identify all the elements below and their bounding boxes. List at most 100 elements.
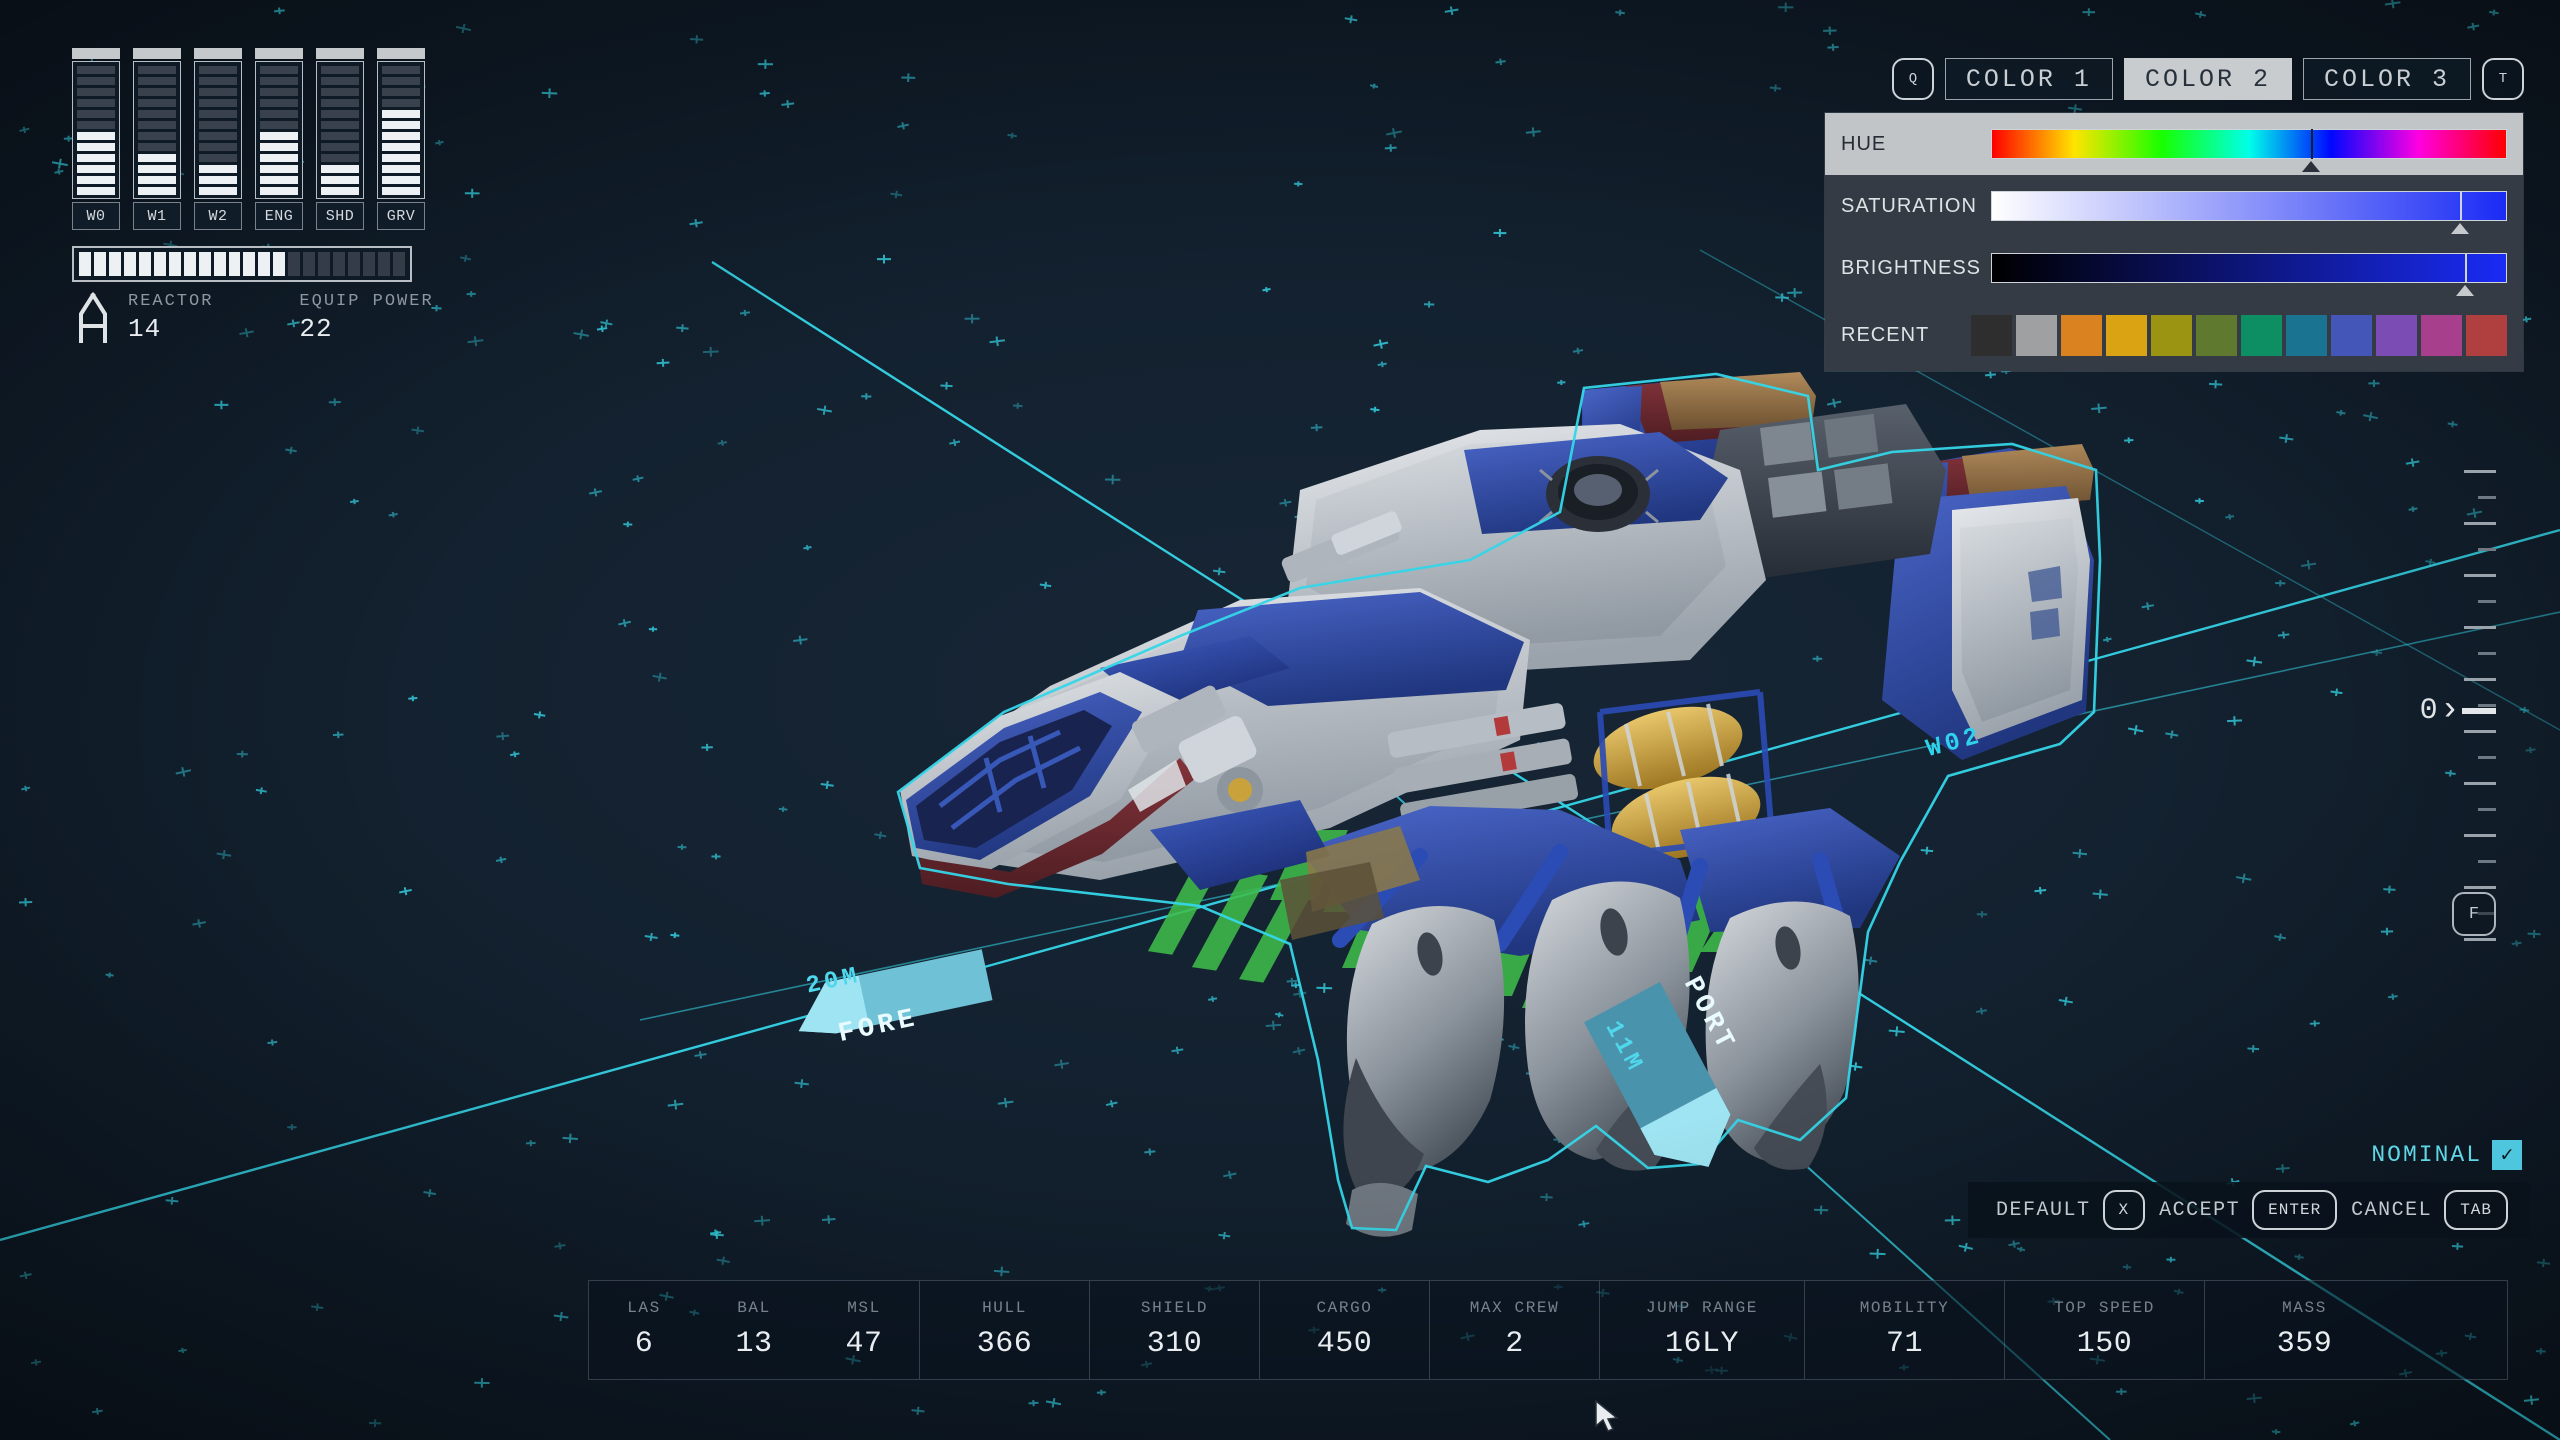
power-bar-label: GRV	[377, 202, 425, 230]
saturation-slider-track[interactable]	[1991, 191, 2507, 221]
recent-swatch[interactable]	[2466, 315, 2507, 356]
power-segment	[321, 132, 359, 140]
brightness-slider-handle[interactable]	[2456, 285, 2474, 296]
ruler-tick	[2464, 834, 2496, 837]
power-segment	[260, 132, 298, 140]
recent-swatch[interactable]	[2286, 315, 2327, 356]
reactor-segment	[393, 252, 405, 276]
stat-bal: BAL 13	[699, 1281, 809, 1379]
ruler-tick	[2478, 756, 2496, 759]
power-bar-track[interactable]	[194, 61, 242, 199]
recent-swatch[interactable]	[2151, 315, 2192, 356]
ruler-tick	[2478, 704, 2496, 707]
brightness-slider-row[interactable]: BRIGHTNESS	[1825, 237, 2523, 299]
next-color-key[interactable]: T	[2482, 58, 2524, 100]
recent-color-swatches[interactable]	[1971, 315, 2507, 356]
ruler-current-tick	[2462, 708, 2496, 714]
power-segment	[321, 143, 359, 151]
power-bar-label: SHD	[316, 202, 364, 230]
equip-power-label: EQUIP POWER	[299, 292, 433, 311]
stat-value: 13	[735, 1327, 772, 1361]
recent-swatch[interactable]	[2241, 315, 2282, 356]
stat-las: LAS6	[589, 1281, 699, 1379]
power-bar-cap	[133, 48, 181, 59]
tab-color-2[interactable]: COLOR 2	[2124, 58, 2292, 100]
elevation-ruler[interactable]: 0 ›	[2376, 470, 2496, 950]
recent-swatch[interactable]	[2331, 315, 2372, 356]
ruler-tick	[2478, 600, 2496, 603]
stat-key: BAL	[737, 1299, 771, 1317]
power-segment	[138, 88, 176, 96]
power-bar-w0[interactable]: W0	[72, 48, 120, 230]
stat-group-weapons: LAS6 BAL 13 MSL47	[589, 1281, 919, 1379]
stat-value: 6	[635, 1327, 654, 1361]
power-segment	[77, 110, 115, 118]
power-bar-eng[interactable]: ENG	[255, 48, 303, 230]
accept-prompt[interactable]: ACCEPT ENTER	[2159, 1190, 2337, 1230]
recent-colors-row[interactable]: RECENT	[1825, 299, 2523, 371]
stat-shield: SHIELD310	[1090, 1281, 1259, 1379]
power-segment	[321, 165, 359, 173]
power-segment	[199, 143, 237, 151]
power-bar-track[interactable]	[377, 61, 425, 199]
power-bar-label: W1	[133, 202, 181, 230]
control-prompts[interactable]: DEFAULT X ACCEPT ENTER CANCEL TAB	[1968, 1182, 2530, 1238]
reactor-segment	[139, 252, 151, 276]
power-segment	[199, 66, 237, 74]
stat-value: 71	[1886, 1327, 1923, 1361]
hue-slider-handle[interactable]	[2302, 161, 2320, 172]
power-segment	[382, 77, 420, 85]
stat-group-shield: SHIELD310	[1089, 1281, 1259, 1379]
recent-swatch[interactable]	[2421, 315, 2462, 356]
reactor-segment	[348, 252, 360, 276]
color-picker-panel[interactable]: HUE SATURATION BRIGHTNESS RECENT	[1824, 112, 2524, 372]
cancel-key[interactable]: TAB	[2444, 1190, 2508, 1230]
power-bar-track[interactable]	[133, 61, 181, 199]
power-segment	[77, 121, 115, 129]
brightness-slider-track[interactable]	[1991, 253, 2507, 283]
power-segment	[77, 66, 115, 74]
power-bar-w2[interactable]: W2	[194, 48, 242, 230]
default-prompt[interactable]: DEFAULT X	[1996, 1190, 2145, 1230]
power-bar-w1[interactable]: W1	[133, 48, 181, 230]
recent-swatch[interactable]	[2061, 315, 2102, 356]
stat-key: MAX CREW	[1470, 1299, 1560, 1317]
hue-slider-row[interactable]: HUE	[1825, 113, 2523, 175]
accept-label: ACCEPT	[2159, 1199, 2240, 1222]
reactor-segment	[199, 252, 211, 276]
reactor-power-bar[interactable]	[72, 246, 412, 282]
focus-key[interactable]: F	[2452, 892, 2496, 936]
reactor-segment	[94, 252, 106, 276]
reactor-segment	[79, 252, 91, 276]
stat-value: 310	[1147, 1327, 1203, 1361]
saturation-slider-handle[interactable]	[2451, 223, 2469, 234]
recent-swatch[interactable]	[2016, 315, 2057, 356]
recent-swatch[interactable]	[2376, 315, 2417, 356]
power-bar-shd[interactable]: SHD	[316, 48, 364, 230]
prev-color-key[interactable]: Q	[1892, 58, 1934, 100]
reactor-value: 14	[128, 314, 213, 344]
power-bar-track[interactable]	[72, 61, 120, 199]
saturation-slider-row[interactable]: SATURATION	[1825, 175, 2523, 237]
tab-color-3[interactable]: COLOR 3	[2303, 58, 2471, 100]
reactor-segment	[109, 252, 121, 276]
power-segment	[77, 99, 115, 107]
recent-swatch[interactable]	[2196, 315, 2237, 356]
stat-msl: MSL47	[809, 1281, 919, 1379]
power-segment	[321, 176, 359, 184]
mouse-cursor	[1594, 1400, 1620, 1434]
chevron-right-icon: ›	[2440, 694, 2460, 728]
power-bar-track[interactable]	[255, 61, 303, 199]
tab-color-1[interactable]: COLOR 1	[1945, 58, 2113, 100]
hue-slider-track[interactable]	[1991, 129, 2507, 159]
cancel-prompt[interactable]: CANCEL TAB	[2351, 1190, 2508, 1230]
accept-key[interactable]: ENTER	[2252, 1190, 2337, 1230]
recent-swatch[interactable]	[2106, 315, 2147, 356]
recent-swatch[interactable]	[1971, 315, 2012, 356]
color-slot-tabs[interactable]: Q COLOR 1 COLOR 2 COLOR 3 T	[1892, 58, 2524, 100]
default-key[interactable]: X	[2103, 1190, 2146, 1230]
reactor-stat: REACTOR 14	[128, 292, 213, 344]
power-bar-grv[interactable]: GRV	[377, 48, 425, 230]
power-bar-track[interactable]	[316, 61, 364, 199]
saturation-slider-marker	[2460, 191, 2462, 221]
